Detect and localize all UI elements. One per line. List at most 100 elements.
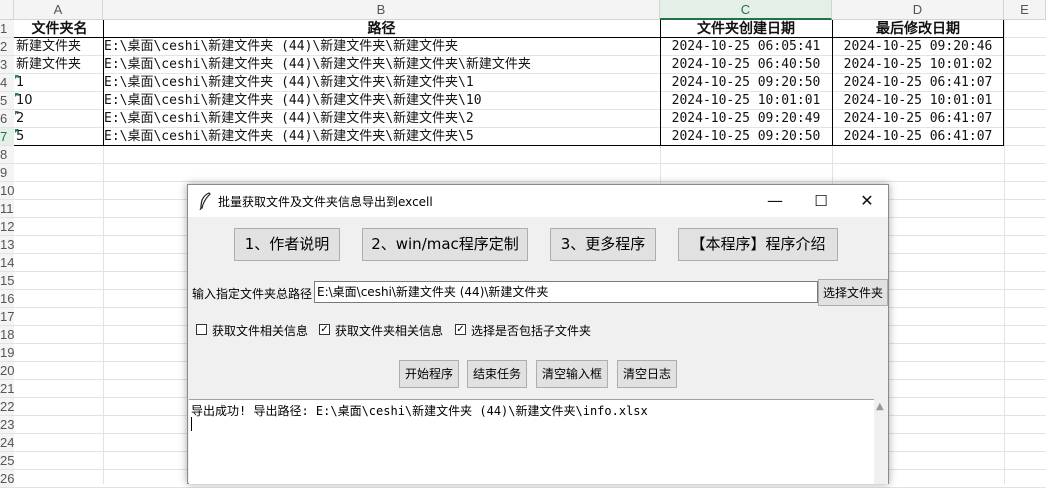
- column-header-d[interactable]: D: [832, 0, 1004, 20]
- row-header[interactable]: 4: [0, 74, 14, 92]
- table-cell[interactable]: 2024-10-25 10:01:01: [833, 92, 1003, 110]
- table-cell[interactable]: 新建文件夹: [16, 56, 103, 74]
- table-cell[interactable]: 2: [16, 110, 103, 128]
- row-header[interactable]: 5: [0, 92, 14, 110]
- row-gridline: [14, 181, 1046, 182]
- include-subfolders-checkbox[interactable]: ✓: [455, 324, 466, 335]
- start-button[interactable]: 开始程序: [399, 360, 459, 388]
- column-header-c[interactable]: C: [660, 0, 832, 20]
- header-cell[interactable]: 路径: [104, 20, 659, 38]
- row-header[interactable]: 20: [0, 362, 14, 380]
- table-cell[interactable]: E:\桌面\ceshi\新建文件夹 (44)\新建文件夹\新建文件夹\1: [104, 74, 659, 92]
- table-cell[interactable]: 2024-10-25 09:20:50: [661, 128, 831, 146]
- table-cell[interactable]: 1: [16, 74, 103, 92]
- table-cell[interactable]: E:\桌面\ceshi\新建文件夹 (44)\新建文件夹\新建文件夹\2: [104, 110, 659, 128]
- row-header[interactable]: 7: [0, 128, 14, 146]
- table-border: [832, 20, 833, 146]
- app-dialog[interactable]: 批量获取文件及文件夹信息导出到excell — ☐ ✕ 1、作者说明 2、win…: [187, 184, 889, 484]
- include-subfolders-label: 选择是否包括子文件夹: [471, 324, 592, 338]
- window-title: 批量获取文件及文件夹信息导出到excell: [218, 195, 433, 209]
- row-header[interactable]: 6: [0, 110, 14, 128]
- number-as-text-indicator: [15, 93, 19, 97]
- more-programs-button[interactable]: 3、更多程序: [550, 228, 656, 261]
- row-header[interactable]: 10: [0, 182, 14, 200]
- table-border: [1003, 20, 1004, 146]
- log-text: 导出成功! 导出路径: E:\桌面\ceshi\新建文件夹 (44)\新建文件夹…: [191, 404, 648, 418]
- table-cell[interactable]: 2024-10-25 09:20:49: [661, 110, 831, 128]
- get-file-info-label: 获取文件相关信息: [212, 324, 309, 338]
- table-cell[interactable]: 5: [16, 128, 103, 146]
- row-header[interactable]: 3: [0, 56, 14, 74]
- header-cell[interactable]: 文件夹名: [16, 20, 103, 38]
- row-header[interactable]: 12: [0, 218, 14, 236]
- row-header[interactable]: 9: [0, 164, 14, 182]
- table-cell[interactable]: E:\桌面\ceshi\新建文件夹 (44)\新建文件夹\新建文件夹\10: [104, 92, 659, 110]
- row-header[interactable]: 14: [0, 254, 14, 272]
- table-cell[interactable]: E:\桌面\ceshi\新建文件夹 (44)\新建文件夹\新建文件夹\新建文件夹: [104, 56, 659, 74]
- row-header[interactable]: 15: [0, 272, 14, 290]
- row-header[interactable]: 17: [0, 308, 14, 326]
- program-intro-button[interactable]: 【本程序】程序介绍: [678, 228, 838, 261]
- table-cell[interactable]: 2024-10-25 06:41:07: [833, 110, 1003, 128]
- row-header[interactable]: 26: [0, 470, 14, 488]
- select-all-corner[interactable]: [0, 0, 14, 20]
- row-header[interactable]: 19: [0, 344, 14, 362]
- number-as-text-indicator: [15, 75, 19, 79]
- row-header[interactable]: 11: [0, 200, 14, 218]
- row-header[interactable]: 8: [0, 146, 14, 164]
- table-cell[interactable]: 2024-10-25 09:20:50: [661, 74, 831, 92]
- title-bar[interactable]: 批量获取文件及文件夹信息导出到excell — ☐ ✕: [188, 185, 888, 217]
- table-cell[interactable]: 10: [16, 92, 103, 110]
- column-header-e[interactable]: E: [1004, 0, 1046, 20]
- table-cell[interactable]: 2024-10-25 06:40:50: [661, 56, 831, 74]
- stop-button[interactable]: 结束任务: [467, 360, 527, 388]
- clear-log-button[interactable]: 清空日志: [617, 360, 677, 388]
- row-gridline: [14, 163, 1046, 164]
- table-border: [14, 145, 1004, 146]
- number-as-text-indicator: [15, 111, 19, 115]
- maximize-button[interactable]: ☐: [798, 185, 844, 217]
- row-header[interactable]: 13: [0, 236, 14, 254]
- text-caret: [191, 417, 192, 431]
- path-input[interactable]: E:\桌面\ceshi\新建文件夹 (44)\新建文件夹: [314, 281, 818, 303]
- column-gridline: [1004, 20, 1005, 484]
- get-folder-info-label: 获取文件夹相关信息: [335, 324, 444, 338]
- clear-input-button[interactable]: 清空输入框: [536, 360, 608, 388]
- log-scrollbar[interactable]: ▲: [874, 399, 888, 484]
- table-cell[interactable]: 2024-10-25 06:05:41: [661, 38, 831, 56]
- row-header[interactable]: 2: [0, 38, 14, 56]
- choose-folder-button[interactable]: 选择文件夹: [818, 279, 888, 306]
- table-border: [660, 20, 661, 146]
- custom-program-button[interactable]: 2、win/mac程序定制: [362, 228, 528, 261]
- row-header[interactable]: 25: [0, 452, 14, 470]
- get-folder-info-checkbox[interactable]: ✓: [319, 324, 330, 335]
- minimize-button[interactable]: —: [752, 185, 798, 217]
- row-header[interactable]: 1: [0, 20, 14, 38]
- row-header[interactable]: 18: [0, 326, 14, 344]
- column-header-b[interactable]: B: [103, 0, 660, 20]
- author-info-button[interactable]: 1、作者说明: [234, 228, 340, 261]
- table-border: [14, 37, 1004, 38]
- table-cell[interactable]: 2024-10-25 10:01:01: [661, 92, 831, 110]
- table-cell[interactable]: 2024-10-25 06:41:07: [833, 128, 1003, 146]
- row-header[interactable]: 22: [0, 398, 14, 416]
- row-header[interactable]: 21: [0, 380, 14, 398]
- table-cell[interactable]: E:\桌面\ceshi\新建文件夹 (44)\新建文件夹\新建文件夹\5: [104, 128, 659, 146]
- column-header-a[interactable]: A: [14, 0, 103, 20]
- table-cell[interactable]: 2024-10-25 09:20:46: [833, 38, 1003, 56]
- number-as-text-indicator: [15, 129, 19, 133]
- get-file-info-checkbox[interactable]: [196, 324, 207, 335]
- row-header[interactable]: 23: [0, 416, 14, 434]
- log-textarea[interactable]: 导出成功! 导出路径: E:\桌面\ceshi\新建文件夹 (44)\新建文件夹…: [189, 399, 874, 484]
- table-cell[interactable]: 2024-10-25 10:01:02: [833, 56, 1003, 74]
- table-cell[interactable]: 新建文件夹: [16, 38, 103, 56]
- row-header[interactable]: 16: [0, 290, 14, 308]
- close-button[interactable]: ✕: [844, 185, 890, 217]
- table-cell[interactable]: E:\桌面\ceshi\新建文件夹 (44)\新建文件夹\新建文件夹: [104, 38, 659, 56]
- scroll-up-arrow-icon[interactable]: ▲: [876, 401, 884, 412]
- table-cell[interactable]: 2024-10-25 06:41:07: [833, 74, 1003, 92]
- row-header[interactable]: 24: [0, 434, 14, 452]
- header-cell[interactable]: 文件夹创建日期: [661, 20, 831, 38]
- header-cell[interactable]: 最后修改日期: [833, 20, 1003, 38]
- table-border: [103, 20, 104, 146]
